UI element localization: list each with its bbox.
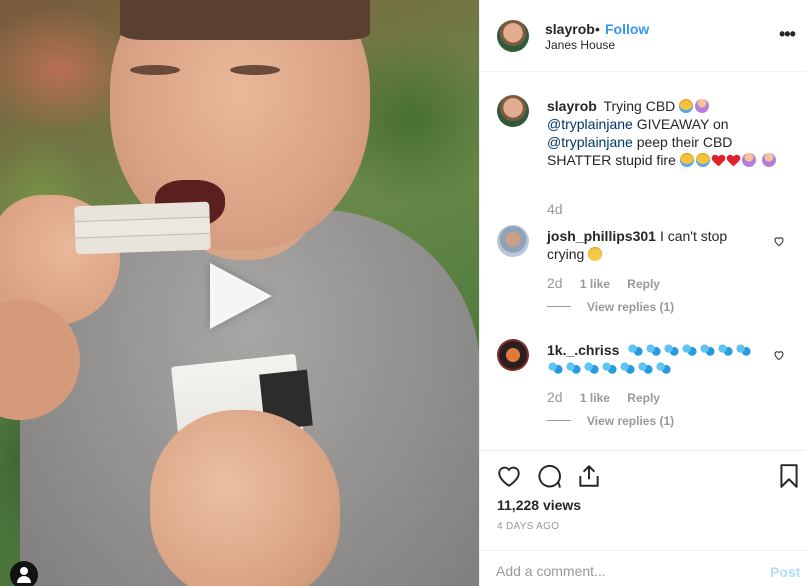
crying-emoji-icon bbox=[679, 99, 694, 113]
post-timestamp: 4 DAYS AGO bbox=[497, 521, 560, 532]
sweat-drops-emoji-icon bbox=[663, 343, 680, 357]
mention-link[interactable]: @tryplainjane bbox=[547, 116, 633, 132]
sweat-drops-emoji-icon bbox=[681, 343, 698, 357]
sweat-drops-emoji-icon bbox=[547, 361, 563, 375]
comment-username[interactable]: 1k._.chriss bbox=[547, 342, 619, 358]
view-replies-label: View replies (1) bbox=[587, 414, 675, 428]
comment-input[interactable] bbox=[496, 561, 746, 581]
sweat-drops-emoji-icon bbox=[565, 361, 581, 375]
sweat-drops-emoji-icon bbox=[601, 361, 617, 375]
sweat-drops-emoji-icon bbox=[735, 343, 752, 357]
sweat-drops-emoji-icon bbox=[619, 361, 635, 375]
comment-meta: 2d 1 like Reply bbox=[547, 389, 660, 405]
post-button[interactable]: Post bbox=[770, 564, 800, 580]
bookmark-icon[interactable] bbox=[776, 463, 802, 489]
follow-button[interactable]: Follow bbox=[605, 21, 649, 37]
share-icon[interactable] bbox=[576, 463, 602, 489]
replies-divider bbox=[547, 420, 571, 421]
heart-emoji-icon bbox=[712, 155, 725, 167]
owner-username[interactable]: slayrob bbox=[545, 21, 595, 37]
view-replies-label: View replies (1) bbox=[587, 300, 675, 314]
reply-button[interactable]: Reply bbox=[627, 391, 660, 405]
replies-divider bbox=[547, 306, 571, 307]
post-media[interactable] bbox=[0, 0, 479, 586]
crying-emoji-icon bbox=[679, 153, 694, 167]
laughing-emoji-icon bbox=[588, 247, 603, 261]
avatar[interactable] bbox=[497, 339, 529, 371]
comment-meta: 2d 1 like Reply bbox=[547, 275, 660, 291]
comment-age: 2d bbox=[547, 275, 563, 291]
tag-user-icon[interactable] bbox=[10, 561, 38, 586]
comment-text: josh_phillips301 I can't stop crying bbox=[547, 227, 767, 263]
sweat-drops-emoji-icon bbox=[655, 361, 671, 375]
comment-list[interactable]: slayrob Trying CBD @tryplainjane GIVEAWA… bbox=[480, 73, 806, 449]
comment-icon[interactable] bbox=[536, 463, 562, 489]
post-actions bbox=[480, 450, 806, 490]
heart-emoji-icon bbox=[727, 155, 740, 167]
comment-age: 2d bbox=[547, 389, 563, 405]
media-rolls bbox=[74, 201, 211, 255]
caption-part-2: GIVEAWAY on bbox=[636, 116, 729, 132]
sweat-drops-emoji-icon bbox=[717, 343, 734, 357]
view-replies-button[interactable]: View replies (1) bbox=[547, 414, 674, 428]
media-hand-bottom bbox=[150, 410, 340, 586]
avatar[interactable] bbox=[497, 20, 529, 52]
comment-likes[interactable]: 1 like bbox=[580, 277, 610, 291]
shrug-emoji-icon bbox=[741, 153, 756, 167]
sweat-drops-emoji-icon bbox=[645, 343, 662, 357]
more-icon[interactable]: ••• bbox=[779, 24, 796, 45]
header-separator: • bbox=[595, 21, 600, 37]
like-heart-icon[interactable] bbox=[496, 463, 522, 489]
reply-button[interactable]: Reply bbox=[627, 277, 660, 291]
caption-age: 4d bbox=[547, 201, 563, 217]
comment-likes[interactable]: 1 like bbox=[580, 391, 610, 405]
media-eye-left bbox=[130, 65, 180, 75]
mention-link[interactable]: @tryplainjane bbox=[547, 134, 633, 150]
crying-emoji-icon bbox=[695, 153, 710, 167]
post-header: slayrob • Follow Janes House ••• bbox=[480, 0, 806, 72]
comment-text: 1k._.chriss bbox=[547, 341, 767, 377]
view-count[interactable]: 11,228 views bbox=[497, 497, 581, 513]
media-eye-right bbox=[230, 65, 280, 75]
sweat-drops-emoji-icon bbox=[637, 361, 653, 375]
like-comment-icon[interactable] bbox=[773, 349, 785, 361]
view-replies-button[interactable]: View replies (1) bbox=[547, 300, 674, 314]
sweat-drops-emoji-icon bbox=[627, 343, 644, 357]
comment-username[interactable]: josh_phillips301 bbox=[547, 228, 656, 244]
play-icon[interactable] bbox=[210, 263, 272, 329]
avatar[interactable] bbox=[497, 225, 529, 257]
comment-composer: Post bbox=[480, 550, 806, 586]
sweat-drops-emoji-icon bbox=[583, 361, 599, 375]
avatar[interactable] bbox=[497, 95, 529, 127]
shrug-emoji-icon bbox=[695, 99, 710, 113]
location-link[interactable]: Janes House bbox=[545, 38, 615, 52]
caption-username[interactable]: slayrob bbox=[547, 98, 597, 114]
like-comment-icon[interactable] bbox=[773, 235, 785, 247]
caption-text: slayrob Trying CBD @tryplainjane GIVEAWA… bbox=[547, 97, 787, 169]
media-hair bbox=[120, 0, 370, 40]
post-side-panel: slayrob • Follow Janes House ••• slayrob… bbox=[479, 0, 806, 586]
sweat-drops-emoji-icon bbox=[699, 343, 716, 357]
shrug-emoji-icon bbox=[761, 153, 776, 167]
caption-part-1: Trying CBD bbox=[603, 98, 676, 114]
